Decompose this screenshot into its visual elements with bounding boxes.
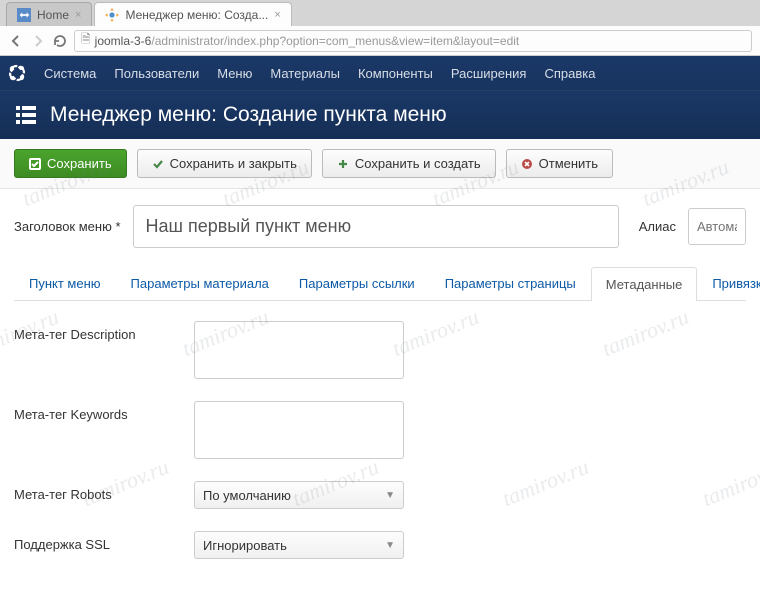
reload-icon[interactable] (52, 33, 68, 49)
menu-item-system[interactable]: Система (44, 66, 96, 81)
meta-keywords-label: Мета-тег Keywords (14, 401, 194, 422)
cancel-button[interactable]: Отменить (506, 149, 613, 178)
menu-item-extensions[interactable]: Расширения (451, 66, 527, 81)
action-toolbar: Сохранить Сохранить и закрыть Сохранить … (0, 139, 760, 189)
cancel-icon (521, 158, 533, 170)
tab-link-params[interactable]: Параметры ссылки (284, 266, 430, 300)
chevron-down-icon: ▼ (385, 490, 395, 501)
browser-tab-label: Менеджер меню: Созда... (125, 8, 268, 22)
url-host: joomla-3-6 (95, 34, 152, 48)
address-bar: 🗎 joomla-3-6/administrator/index.php?opt… (0, 26, 760, 56)
tab-page-params[interactable]: Параметры страницы (430, 266, 591, 300)
browser-tab[interactable]: Менеджер меню: Созда... × (94, 2, 291, 26)
alias-label: Алиас (639, 219, 676, 234)
menu-item-help[interactable]: Справка (544, 66, 595, 81)
tab-module-assignment[interactable]: Привязка модулей (697, 266, 760, 300)
admin-top-bar: Система Пользователи Меню Материалы Комп… (0, 56, 760, 139)
browser-tab-label: Home (37, 8, 69, 22)
select-value: По умолчанию (203, 488, 291, 503)
button-label: Сохранить и создать (355, 156, 481, 171)
tab-menu-item[interactable]: Пункт меню (14, 266, 116, 300)
url-path: /administrator/index.php (151, 34, 279, 48)
plus-icon (337, 158, 349, 170)
menu-item-components[interactable]: Компоненты (358, 66, 433, 81)
meta-robots-select[interactable]: По умолчанию ▼ (194, 481, 404, 509)
ssl-select[interactable]: Игнорировать ▼ (194, 531, 404, 559)
button-label: Сохранить и закрыть (170, 156, 297, 171)
tab-metadata[interactable]: Метаданные (591, 267, 698, 301)
list-icon (14, 103, 38, 127)
page-icon: 🗎 (81, 30, 91, 51)
save-close-button[interactable]: Сохранить и закрыть (137, 149, 312, 178)
form-content: Заголовок меню * Алиас Пункт меню Параме… (0, 189, 760, 597)
title-label: Заголовок меню * (14, 219, 121, 234)
close-icon[interactable]: × (274, 9, 280, 21)
back-icon[interactable] (8, 33, 24, 49)
meta-robots-label: Мета-тег Robots (14, 481, 194, 502)
close-icon[interactable]: × (75, 9, 81, 21)
check-icon (29, 158, 41, 170)
menu-item-users[interactable]: Пользователи (114, 66, 199, 81)
page-title: Менеджер меню: Создание пункта меню (50, 103, 447, 127)
check-icon (152, 158, 164, 170)
browser-tab-strip: Home × Менеджер меню: Созда... × (0, 0, 760, 26)
ssl-label: Поддержка SSL (14, 531, 194, 552)
tab-article-params[interactable]: Параметры материала (116, 266, 284, 300)
tab-bar: Пункт меню Параметры материала Параметры… (14, 266, 746, 301)
chevron-down-icon: ▼ (385, 540, 395, 551)
meta-description-input[interactable] (194, 321, 404, 379)
menu-item-content[interactable]: Материалы (270, 66, 340, 81)
menu-item-menus[interactable]: Меню (217, 66, 252, 81)
favicon-icon (105, 8, 119, 22)
forward-icon[interactable] (30, 33, 46, 49)
title-input[interactable] (133, 205, 619, 248)
save-button[interactable]: Сохранить (14, 149, 127, 178)
joomla-logo-icon[interactable] (8, 64, 26, 82)
meta-keywords-input[interactable] (194, 401, 404, 459)
select-value: Игнорировать (203, 538, 287, 553)
url-input[interactable]: 🗎 joomla-3-6/administrator/index.php?opt… (74, 30, 752, 52)
favicon-icon (17, 8, 31, 22)
url-query: ?option=com_menus&view=item&layout=edit (279, 34, 519, 48)
button-label: Отменить (539, 156, 598, 171)
button-label: Сохранить (47, 156, 112, 171)
page-header: Менеджер меню: Создание пункта меню (0, 90, 760, 139)
alias-input[interactable] (688, 208, 746, 245)
meta-description-label: Мета-тег Description (14, 321, 194, 342)
save-new-button[interactable]: Сохранить и создать (322, 149, 496, 178)
browser-tab[interactable]: Home × (6, 2, 92, 26)
